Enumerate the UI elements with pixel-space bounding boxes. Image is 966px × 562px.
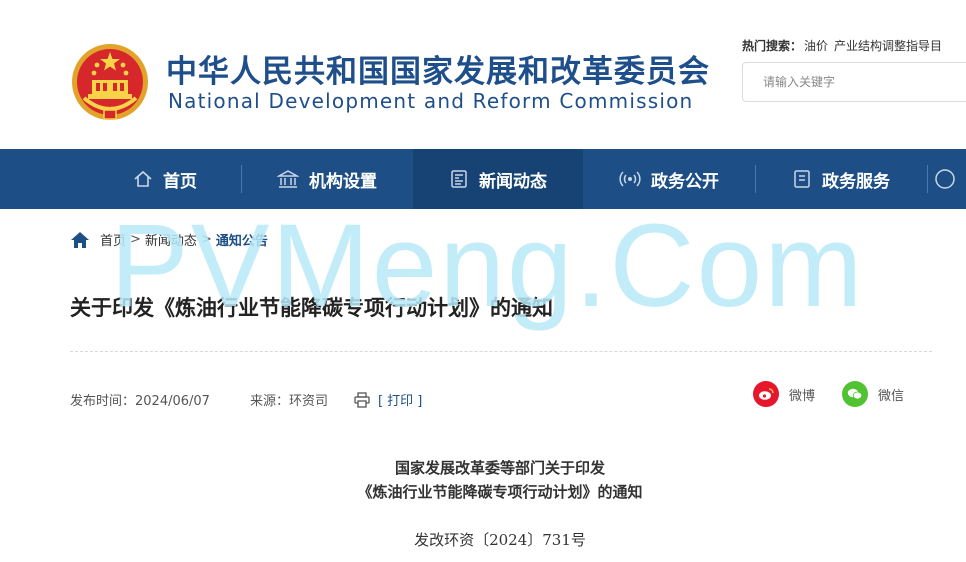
share-weibo-label: 微博 (789, 388, 816, 404)
breadcrumb-separator: > (200, 232, 212, 247)
article-title: 关于印发《炼油行业节能降碳专项行动计划》的通知 (70, 296, 553, 320)
broadcast-icon (619, 171, 641, 187)
document-heading: 《炼油行业节能降碳专项行动计划》的通知 (357, 483, 643, 501)
news-icon (451, 170, 467, 188)
share-wechat[interactable]: 微信 (842, 381, 904, 407)
publish-time: 发布时间：2024/06/07 (70, 394, 210, 409)
search-input[interactable] (743, 63, 966, 101)
nav-item-news[interactable]: 新闻动态 (413, 149, 583, 209)
nav-item-label: 新闻动态 (479, 171, 547, 192)
article-meta: 发布时间：2024/06/07 来源：环资司 [ 打印 ] (70, 390, 422, 409)
site-title-cn: 中华人民共和国国家发展和改革委员会 (166, 54, 710, 90)
nav-item-label: 首页 (163, 171, 197, 192)
share-weibo[interactable]: 微博 (753, 381, 815, 407)
nav-item-label: 政务服务 (822, 171, 890, 192)
home-icon[interactable] (70, 231, 90, 249)
hot-search-term[interactable]: 油价 (804, 39, 828, 53)
divider (70, 351, 932, 352)
wechat-icon (842, 381, 868, 407)
nav-divider (927, 165, 928, 193)
document-icon (794, 170, 810, 188)
printer-icon (354, 391, 370, 408)
more-icon[interactable] (934, 168, 956, 190)
breadcrumb: 首页 > 新闻动态 > 通知公告 (70, 230, 268, 249)
document-heading: 国家发展改革委等部门关于印发 (394, 459, 605, 477)
breadcrumb-news[interactable]: 新闻动态 (145, 230, 197, 249)
main-nav: 首页 机构设置 新闻动态 政务公开 政务服务 (0, 149, 966, 209)
national-emblem-icon (72, 44, 148, 120)
document-number: 发改环资〔2024〕731号 (414, 531, 586, 549)
breadcrumb-home[interactable]: 首页 (100, 230, 126, 249)
print-button[interactable]: [ 打印 ] (354, 390, 422, 409)
hot-search-label: 热门搜索： (742, 39, 803, 53)
nav-item-label: 机构设置 (309, 171, 377, 192)
print-label: [ 打印 ] (377, 394, 423, 409)
article-source: 来源：环资司 (249, 394, 328, 409)
breadcrumb-separator: > (130, 232, 141, 247)
nav-item-label: 政务公开 (651, 171, 719, 192)
nav-item-institution[interactable]: 机构设置 (242, 149, 412, 209)
hot-search-term[interactable]: 产业结构调整指导目 (834, 39, 942, 53)
nav-item-home[interactable]: 首页 (90, 149, 240, 209)
search-box (742, 62, 966, 102)
weibo-icon (753, 381, 779, 407)
nav-item-government-services[interactable]: 政务服务 (756, 149, 926, 209)
institution-icon (277, 170, 299, 188)
nav-item-government-affairs[interactable]: 政务公开 (584, 149, 754, 209)
hot-search-bar: 热门搜索： 油价 产业结构调整指导目 (742, 37, 948, 54)
home-icon (134, 170, 152, 187)
site-title-en: National Development and Reform Commissi… (168, 89, 694, 113)
share-wechat-label: 微信 (878, 388, 905, 404)
breadcrumb-notices[interactable]: 通知公告 (216, 230, 268, 249)
